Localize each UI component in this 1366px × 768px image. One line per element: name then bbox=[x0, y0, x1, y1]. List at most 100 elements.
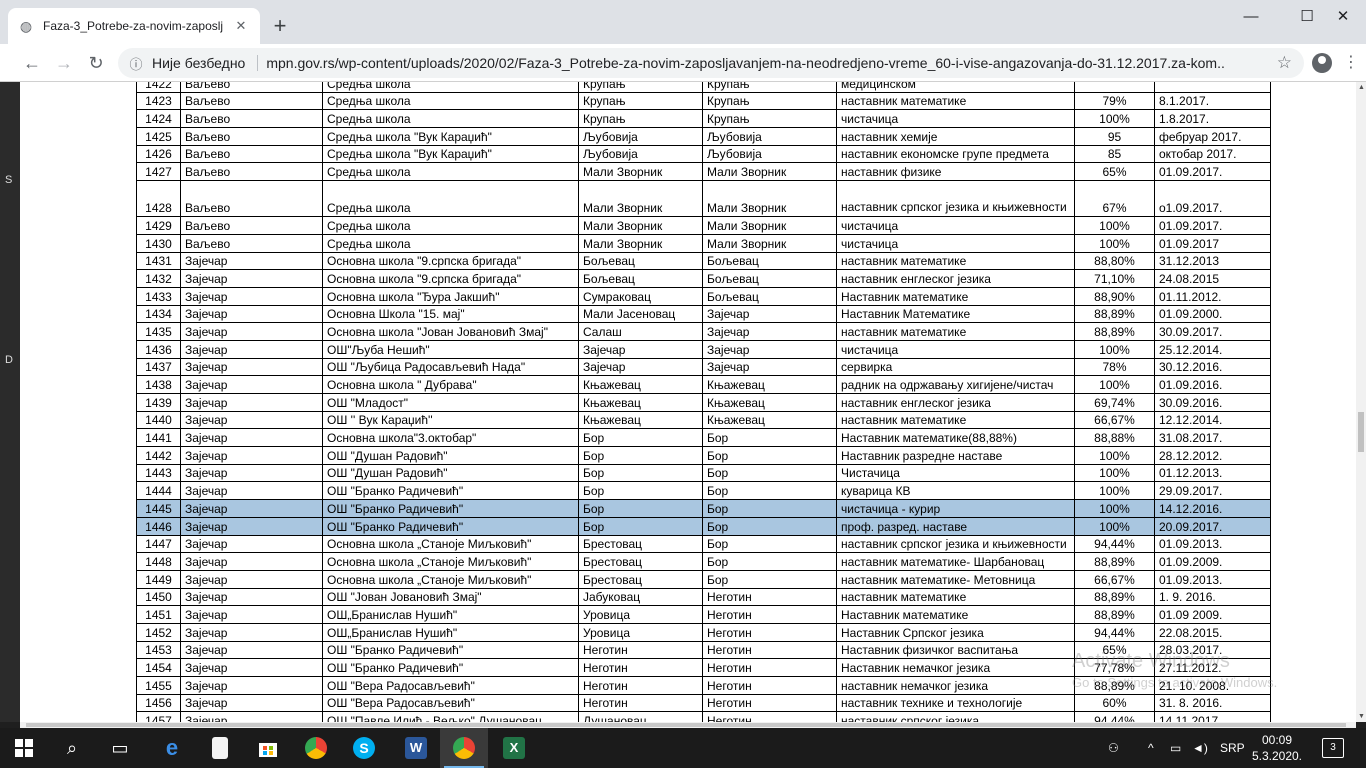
table-cell: Књажевац bbox=[578, 393, 703, 412]
table-cell: 78% bbox=[1074, 357, 1155, 377]
task-view-button[interactable]: ▭ bbox=[96, 728, 144, 768]
word-button[interactable]: W bbox=[392, 728, 440, 768]
table-cell: Ваљево bbox=[180, 162, 323, 182]
table-cell: чистачица bbox=[836, 339, 1075, 359]
vertical-scrollbar[interactable]: ▲ ▼ bbox=[1356, 82, 1366, 722]
forward-icon[interactable]: → bbox=[50, 49, 78, 77]
table-cell: Зајечар bbox=[180, 658, 323, 677]
pdf-viewport[interactable]: 1422 Ваљево Средња школа Крупањ Крупањ медици… bbox=[20, 82, 1356, 722]
table-row: 1442 Зајечар ОШ "Душан Радовић" Бор Бор Наста… bbox=[136, 446, 1271, 465]
not-secure-label[interactable]: Није безбедно bbox=[152, 55, 245, 71]
table-cell: 1440 bbox=[136, 410, 181, 430]
edge-button[interactable]: e bbox=[148, 728, 196, 768]
close-window-icon[interactable]: ✕ bbox=[1320, 0, 1366, 34]
table-cell: наставник економске групе предмета bbox=[836, 144, 1075, 164]
menu-kebab-icon[interactable]: ⋮ bbox=[1340, 52, 1362, 74]
skype-button[interactable]: S bbox=[340, 728, 388, 768]
search-button[interactable]: ⌕ bbox=[48, 728, 96, 768]
table-cell: проф. разред. наставе bbox=[836, 516, 1075, 536]
table-cell: чистачица bbox=[836, 109, 1075, 129]
clock-time: 00:09 bbox=[1261, 733, 1293, 747]
table-cell: чистачица - курир bbox=[836, 499, 1075, 518]
table-cell: Средња школа bbox=[322, 162, 579, 182]
table-cell: Зајечар bbox=[702, 339, 837, 359]
tray-chevron-icon[interactable]: ^ bbox=[1148, 728, 1154, 768]
table-cell: наставник математике bbox=[836, 91, 1075, 111]
table-cell: Књажевац bbox=[578, 375, 703, 394]
table-cell: Ваљево bbox=[180, 180, 323, 218]
url-text[interactable]: mpn.gov.rs/wp-content/uploads/2020/02/Fa… bbox=[266, 55, 1226, 71]
info-icon[interactable]: ⓘ bbox=[122, 54, 150, 73]
table-cell: 1436 bbox=[136, 339, 181, 359]
browser-tab[interactable]: ◍ Faza-3_Potrebe-za-novim-zaposlj ✕ bbox=[8, 8, 260, 44]
start-button[interactable] bbox=[0, 728, 48, 768]
chrome-button[interactable] bbox=[440, 728, 488, 768]
table-cell: 1429 bbox=[136, 216, 181, 235]
table-cell: Неготин bbox=[702, 676, 837, 695]
table-cell: 01.09.2017. bbox=[1154, 162, 1271, 182]
table-cell: Зајечар bbox=[180, 410, 323, 430]
table-cell: Љубовија bbox=[702, 127, 837, 146]
reload-icon[interactable]: ↻ bbox=[82, 49, 110, 77]
table-cell: 94,44% bbox=[1074, 622, 1155, 642]
chrome-alt-button[interactable] bbox=[292, 728, 340, 768]
table-cell: 22.08.2015. bbox=[1154, 622, 1271, 642]
table-cell: наставник математике bbox=[836, 322, 1075, 341]
table-cell: 88,80% bbox=[1074, 251, 1155, 271]
table-cell: 27.11.2012. bbox=[1154, 658, 1271, 677]
search-icon: ⌕ bbox=[66, 738, 78, 758]
minimize-icon[interactable]: — bbox=[1228, 0, 1274, 34]
table-cell: Основна школа "Ђура Јакшић" bbox=[322, 286, 579, 306]
people-icon[interactable]: ⚇ bbox=[1108, 728, 1119, 768]
table-cell: Крупањ bbox=[578, 91, 703, 111]
table-cell: ОШ '' Вук Караџић'' bbox=[322, 410, 579, 430]
table-cell: 71,10% bbox=[1074, 269, 1155, 288]
volume-icon[interactable]: ◄) bbox=[1192, 728, 1208, 768]
table-cell: 88,89% bbox=[1074, 676, 1155, 695]
table-cell: Мали Јасеновац bbox=[578, 304, 703, 324]
table-cell: Зајечар bbox=[180, 269, 323, 288]
table-cell: Неготин bbox=[578, 640, 703, 660]
table-cell: 8.1.2017. bbox=[1154, 91, 1271, 111]
table-cell: Бор bbox=[702, 463, 837, 483]
excel-button[interactable]: X bbox=[490, 728, 538, 768]
table-cell: 88,89% bbox=[1074, 587, 1155, 607]
table-cell: 1422 bbox=[136, 82, 181, 93]
table-cell: Мали Зворник bbox=[702, 180, 837, 218]
vertical-scroll-thumb[interactable] bbox=[1358, 412, 1364, 452]
table-cell: Зајечар bbox=[180, 640, 323, 660]
table-row: 1448 Зајечар Основна школа „Станоје Миљков… bbox=[136, 552, 1271, 571]
new-tab-button[interactable]: + bbox=[268, 14, 292, 38]
table-cell: Зајечар bbox=[180, 587, 323, 607]
table-cell: Љубовија bbox=[578, 127, 703, 146]
table-cell: 29.09.2017. bbox=[1154, 481, 1271, 501]
back-icon[interactable]: ← bbox=[18, 49, 46, 77]
address-bar[interactable]: ⓘ Није безбедно mpn.gov.rs/wp-content/up… bbox=[118, 48, 1304, 78]
store-button[interactable] bbox=[244, 728, 292, 768]
bookmark-star-icon[interactable]: ☆ bbox=[1277, 53, 1292, 73]
table-cell: 65% bbox=[1074, 640, 1155, 660]
table-cell: чистачица bbox=[836, 233, 1075, 253]
table-cell: ОШ "Бранко Радичевић" bbox=[322, 499, 579, 518]
table-cell: фебруар 2017. bbox=[1154, 127, 1271, 146]
table-cell: Бор bbox=[702, 499, 837, 518]
windows-taskbar: ⌕ ▭ e S W X ⚇ ^ ▭ ◄) SRP 00:09 5.3.2020.… bbox=[0, 728, 1366, 768]
close-tab-icon[interactable]: ✕ bbox=[232, 18, 250, 34]
table-cell: Ваљево bbox=[180, 144, 323, 164]
table-cell: 100% bbox=[1074, 463, 1155, 483]
table-cell: Неготин bbox=[702, 711, 837, 722]
battery-icon[interactable]: ▭ bbox=[1170, 728, 1181, 768]
clock[interactable]: 00:09 5.3.2020. bbox=[1248, 732, 1306, 764]
table-cell: ОШ "Вера Радосављевић" bbox=[322, 693, 579, 713]
language-indicator[interactable]: SRP bbox=[1220, 728, 1245, 768]
profile-avatar[interactable] bbox=[1312, 53, 1332, 73]
horizontal-scroll-thumb[interactable] bbox=[26, 723, 1346, 727]
store-icon bbox=[259, 743, 277, 757]
scroll-up-arrow-icon[interactable]: ▲ bbox=[1358, 84, 1365, 91]
file-button[interactable] bbox=[196, 728, 244, 768]
data-table: 1422 Ваљево Средња школа Крупањ Крупањ медици… bbox=[136, 82, 1271, 722]
table-row: 1447 Зајечар Основна школа „Станоје Миљков… bbox=[136, 534, 1271, 554]
scroll-down-arrow-icon[interactable]: ▼ bbox=[1358, 713, 1365, 720]
notification-center-button[interactable]: 3 bbox=[1322, 738, 1344, 758]
table-cell: Ваљево bbox=[180, 109, 323, 129]
